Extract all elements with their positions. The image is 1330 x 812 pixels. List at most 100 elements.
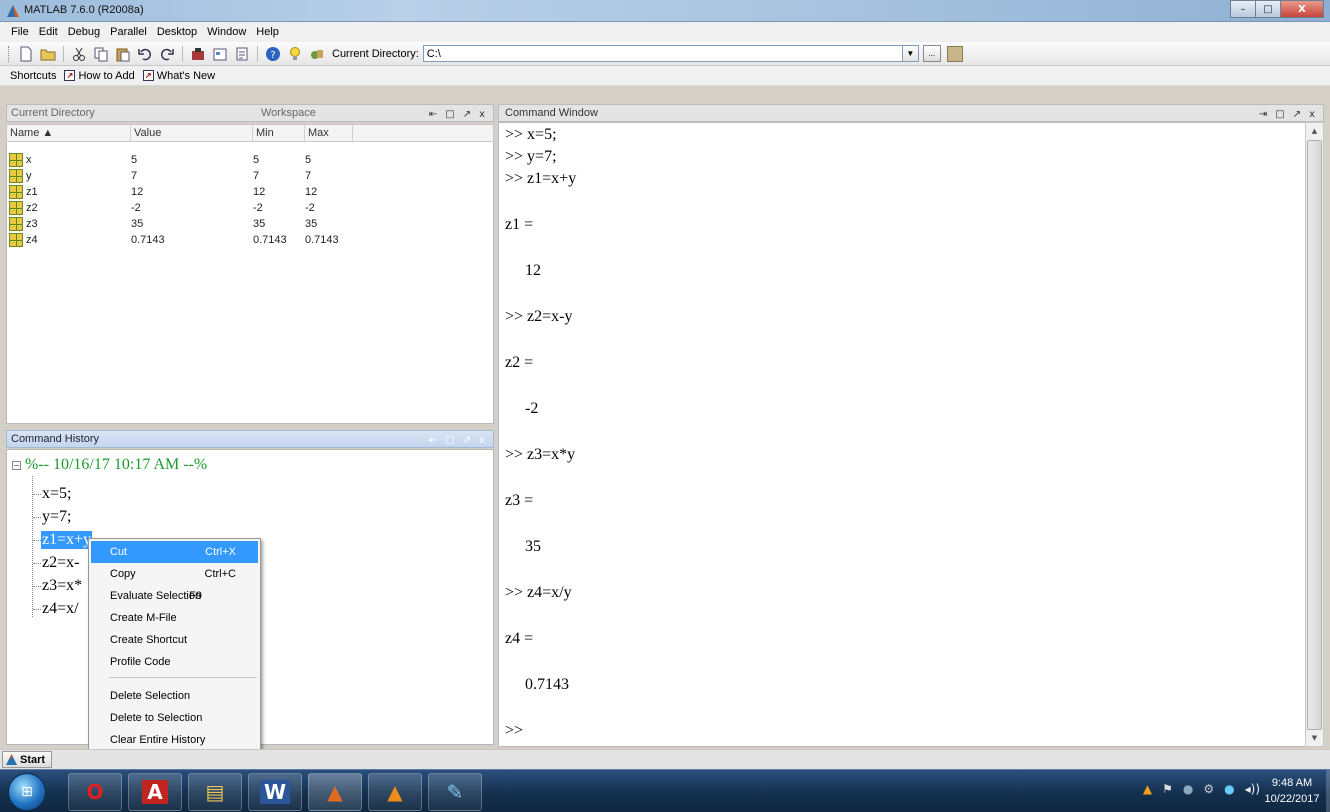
- current-directory-label: Current Directory:: [332, 47, 419, 60]
- collapse-icon[interactable]: −: [12, 461, 21, 470]
- menu-file[interactable]: File: [6, 26, 34, 38]
- close-panel-icon[interactable]: x: [479, 109, 485, 120]
- menu-item-create-m-file[interactable]: Create M-File: [91, 607, 258, 629]
- history-entry[interactable]: x=5;: [33, 484, 72, 504]
- history-entry[interactable]: z2=x-: [33, 553, 80, 573]
- maximize-panel-icon[interactable]: □: [445, 109, 454, 120]
- current-directory-input[interactable]: [422, 45, 903, 62]
- menu-item-cut[interactable]: Cut Ctrl+X: [91, 541, 258, 563]
- close-button[interactable]: X: [1280, 0, 1324, 18]
- table-row[interactable]: x 5 5 5: [7, 152, 365, 168]
- scrollbar-thumb[interactable]: [1307, 140, 1322, 730]
- close-panel-icon[interactable]: x: [479, 435, 485, 446]
- menu-debug[interactable]: Debug: [63, 26, 105, 38]
- table-row[interactable]: z1 12 12 12: [7, 184, 365, 200]
- volume-icon[interactable]: ◂)): [1245, 782, 1260, 796]
- dock-icon[interactable]: ⇥: [1259, 109, 1267, 120]
- column-min[interactable]: Min: [253, 125, 305, 141]
- paste-icon[interactable]: [115, 46, 131, 62]
- copy-icon[interactable]: [93, 46, 109, 62]
- shortcut-whats-new[interactable]: ↗ What's New: [142, 70, 215, 82]
- show-desktop-button[interactable]: [1326, 770, 1330, 812]
- undock-icon[interactable]: ↗: [463, 109, 471, 120]
- menu-item-clear-entire-history[interactable]: Clear Entire History: [91, 729, 258, 751]
- table-row[interactable]: z3 35 35 35: [7, 216, 365, 232]
- folder-up-icon[interactable]: [946, 45, 963, 62]
- tab-workspace[interactable]: Workspace: [257, 105, 377, 122]
- scroll-up-icon[interactable]: ▲: [1306, 123, 1323, 139]
- menu-help[interactable]: Help: [251, 26, 284, 38]
- menu-window[interactable]: Window: [202, 26, 251, 38]
- command-window-scrollbar[interactable]: ▲ ▼: [1305, 122, 1324, 747]
- browse-button[interactable]: ...: [922, 45, 941, 62]
- current-directory-icon: [311, 49, 323, 59]
- menu-item-copy[interactable]: Copy Ctrl+C: [91, 563, 258, 585]
- start-button[interactable]: Start: [2, 751, 53, 768]
- maximize-panel-icon[interactable]: □: [445, 435, 454, 446]
- table-row[interactable]: y 7 7 7: [7, 168, 365, 184]
- shortcut-how-to-add[interactable]: ↗ How to Add: [64, 70, 135, 82]
- history-entry-selected[interactable]: z1=x+y: [33, 530, 93, 550]
- taskbar-vlc-icon[interactable]: ▲: [368, 773, 422, 811]
- taskbar-clock[interactable]: 9:48 AM 10/22/2017: [1262, 775, 1322, 807]
- profiler-icon[interactable]: [234, 46, 250, 62]
- tray-flag-icon[interactable]: ⚑: [1162, 782, 1173, 796]
- new-file-icon[interactable]: [18, 46, 34, 62]
- maximize-button[interactable]: □: [1255, 0, 1281, 18]
- command-window-console[interactable]: >> x=5; >> y=7; >> z1=x+y z1 = 12 >> z2=…: [498, 122, 1314, 747]
- tray-network-icon[interactable]: ●: [1183, 782, 1193, 796]
- taskbar-paint-icon[interactable]: ✎: [428, 773, 482, 811]
- console-prompt[interactable]: >>: [505, 721, 523, 741]
- column-value[interactable]: Value: [131, 125, 253, 141]
- dock-icon[interactable]: ⇤: [429, 435, 437, 446]
- column-max[interactable]: Max: [305, 125, 353, 141]
- tab-current-directory[interactable]: Current Directory: [7, 105, 257, 122]
- minimize-button[interactable]: –: [1230, 0, 1256, 18]
- taskbar-matlab-icon[interactable]: ▲: [308, 773, 362, 811]
- menu-item-profile-code[interactable]: Profile Code: [91, 651, 258, 673]
- guide-icon[interactable]: [212, 46, 228, 62]
- cut-icon[interactable]: [71, 46, 87, 62]
- taskbar-file-explorer-icon[interactable]: ▤: [188, 773, 242, 811]
- undock-icon[interactable]: ↗: [1293, 109, 1301, 120]
- taskbar-opera-icon[interactable]: O: [68, 773, 122, 811]
- svg-text:?: ?: [270, 50, 275, 61]
- dock-icon[interactable]: ⇤: [429, 109, 437, 120]
- taskbar-acrobat-icon[interactable]: A: [128, 773, 182, 811]
- tray-device-icon[interactable]: ⚙: [1203, 782, 1214, 796]
- open-folder-icon[interactable]: [40, 46, 56, 62]
- table-row[interactable]: z4 0.7143 0.7143 0.7143: [7, 232, 365, 248]
- console-output: -2: [525, 400, 539, 417]
- column-name[interactable]: Name ▲: [7, 125, 131, 141]
- menu-item-create-shortcut[interactable]: Create Shortcut: [91, 629, 258, 651]
- table-row[interactable]: z2 -2 -2 -2: [7, 200, 365, 216]
- toolbar-grip: [8, 45, 11, 62]
- history-entry[interactable]: z4=x/: [33, 599, 80, 619]
- variable-matrix-icon: [9, 201, 23, 215]
- windows-start-orb-icon[interactable]: ⊞: [8, 773, 46, 811]
- tray-vlc-icon[interactable]: ▲: [1143, 782, 1152, 796]
- menu-parallel[interactable]: Parallel: [105, 26, 152, 38]
- maximize-panel-icon[interactable]: □: [1275, 109, 1284, 120]
- undock-icon[interactable]: ↗: [463, 435, 471, 446]
- menu-item-delete-selection[interactable]: Delete Selection: [91, 685, 258, 707]
- lightbulb-icon[interactable]: [287, 46, 303, 62]
- chevron-down-icon[interactable]: ▼: [902, 45, 919, 62]
- history-entry[interactable]: z3=x*: [33, 576, 83, 596]
- menu-desktop[interactable]: Desktop: [152, 26, 202, 38]
- redo-icon[interactable]: [159, 46, 175, 62]
- taskbar-word-icon[interactable]: W: [248, 773, 302, 811]
- menu-edit[interactable]: Edit: [34, 26, 63, 38]
- scroll-down-icon[interactable]: ▼: [1306, 730, 1323, 746]
- history-session-header[interactable]: %-- 10/16/17 10:17 AM --%: [25, 456, 207, 474]
- history-entry[interactable]: y=7;: [33, 507, 72, 527]
- console-line: z2 =: [505, 354, 534, 371]
- matlab-logo-icon: [7, 5, 19, 17]
- close-panel-icon[interactable]: x: [1309, 109, 1315, 120]
- simulink-icon[interactable]: [190, 46, 206, 62]
- help-icon[interactable]: ?: [265, 46, 281, 62]
- menu-item-delete-to-selection[interactable]: Delete to Selection: [91, 707, 258, 729]
- tray-app-icon[interactable]: ●: [1224, 782, 1234, 796]
- undo-icon[interactable]: [137, 46, 153, 62]
- menu-item-evaluate-selection[interactable]: Evaluate Selection F9: [91, 585, 258, 607]
